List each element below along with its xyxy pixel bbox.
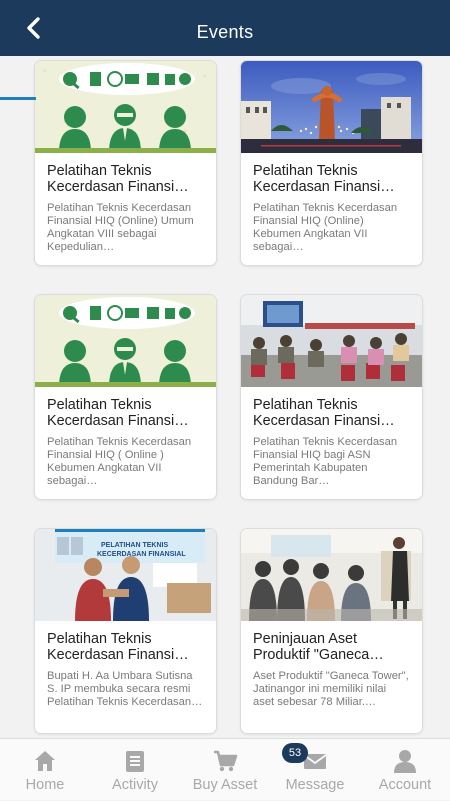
event-description: Pelatihan Teknis Kecerdasan Finansial HI… xyxy=(47,202,194,253)
banner-text: PELATIHAN TEKNIS xyxy=(101,542,168,549)
nav-label: Account xyxy=(378,777,432,793)
event-title: Pelatihan Teknis Kecerdasan Finansi… xyxy=(47,163,189,195)
nav-home[interactable]: Home xyxy=(0,739,90,801)
app-header: Events xyxy=(0,0,450,56)
nav-buy-asset[interactable]: Buy Asset xyxy=(180,739,270,801)
event-title: Pelatihan Teknis Kecerdasan Finansi… xyxy=(47,631,189,663)
nav-activity[interactable]: Activity xyxy=(90,739,180,801)
bottom-nav: Home Activity Buy Asset 53 Message Accou… xyxy=(0,738,450,800)
nav-label: Message xyxy=(285,777,345,793)
user-icon xyxy=(392,748,418,774)
event-thumbnail xyxy=(35,61,216,153)
event-title: Pelatihan Teknis Kecerdasan Finansi… xyxy=(47,397,189,429)
nav-label: Home xyxy=(25,777,65,793)
nav-account[interactable]: Account xyxy=(360,739,450,801)
nav-label: Activity xyxy=(112,777,158,793)
events-grid[interactable]: Pelatihan Teknis Kecerdasan Finansi… Pel… xyxy=(0,56,450,738)
page-title: Events xyxy=(196,22,254,42)
event-card[interactable]: Peninjauan Aset Produktif "Ganeca… Aset … xyxy=(241,529,422,733)
event-title: Pelatihan Teknis Kecerdasan Finansi… xyxy=(253,163,395,195)
event-description: Aset Produktif "Ganeca Tower", Jatinango… xyxy=(253,670,409,708)
cart-icon xyxy=(212,748,238,774)
event-description: Pelatihan Teknis Kecerdasan Finansial HI… xyxy=(47,436,192,487)
svg-text:KECERDASAN FINANSIAL: KECERDASAN FINANSIAL xyxy=(97,551,186,558)
event-card[interactable]: Pelatihan Teknis Kecerdasan Finansi… Pel… xyxy=(35,295,216,499)
event-description: Pelatihan Teknis Kecerdasan Finansial HI… xyxy=(253,202,398,253)
event-thumbnail xyxy=(241,61,422,153)
document-icon xyxy=(122,748,148,774)
nav-label: Buy Asset xyxy=(192,777,258,793)
event-thumbnail xyxy=(35,295,216,387)
event-title: Peninjauan Aset Produktif "Ganeca… xyxy=(253,631,384,663)
event-thumbnail xyxy=(241,295,422,387)
event-card[interactable]: Pelatihan Teknis Kecerdasan Finansi… Pel… xyxy=(241,61,422,265)
event-card[interactable]: PELATIHAN TEKNIS KECERDASAN FINANSIAL Pe… xyxy=(35,529,216,733)
event-description: Pelatihan Teknis Kecerdasan Finansial HI… xyxy=(253,436,398,487)
scroll-indicator xyxy=(0,97,36,100)
nav-message[interactable]: 53 Message xyxy=(270,739,360,801)
home-icon xyxy=(32,748,58,774)
event-card[interactable]: Pelatihan Teknis Kecerdasan Finansi… Pel… xyxy=(241,295,422,499)
event-thumbnail: PELATIHAN TEKNIS KECERDASAN FINANSIAL xyxy=(35,529,216,621)
event-title: Pelatihan Teknis Kecerdasan Finansi… xyxy=(253,397,395,429)
event-thumbnail xyxy=(241,529,422,621)
event-card[interactable]: Pelatihan Teknis Kecerdasan Finansi… Pel… xyxy=(35,61,216,265)
event-description: Bupati H. Aa Umbara Sutisna S. IP membuk… xyxy=(47,670,203,708)
message-count-badge: 53 xyxy=(282,743,308,763)
